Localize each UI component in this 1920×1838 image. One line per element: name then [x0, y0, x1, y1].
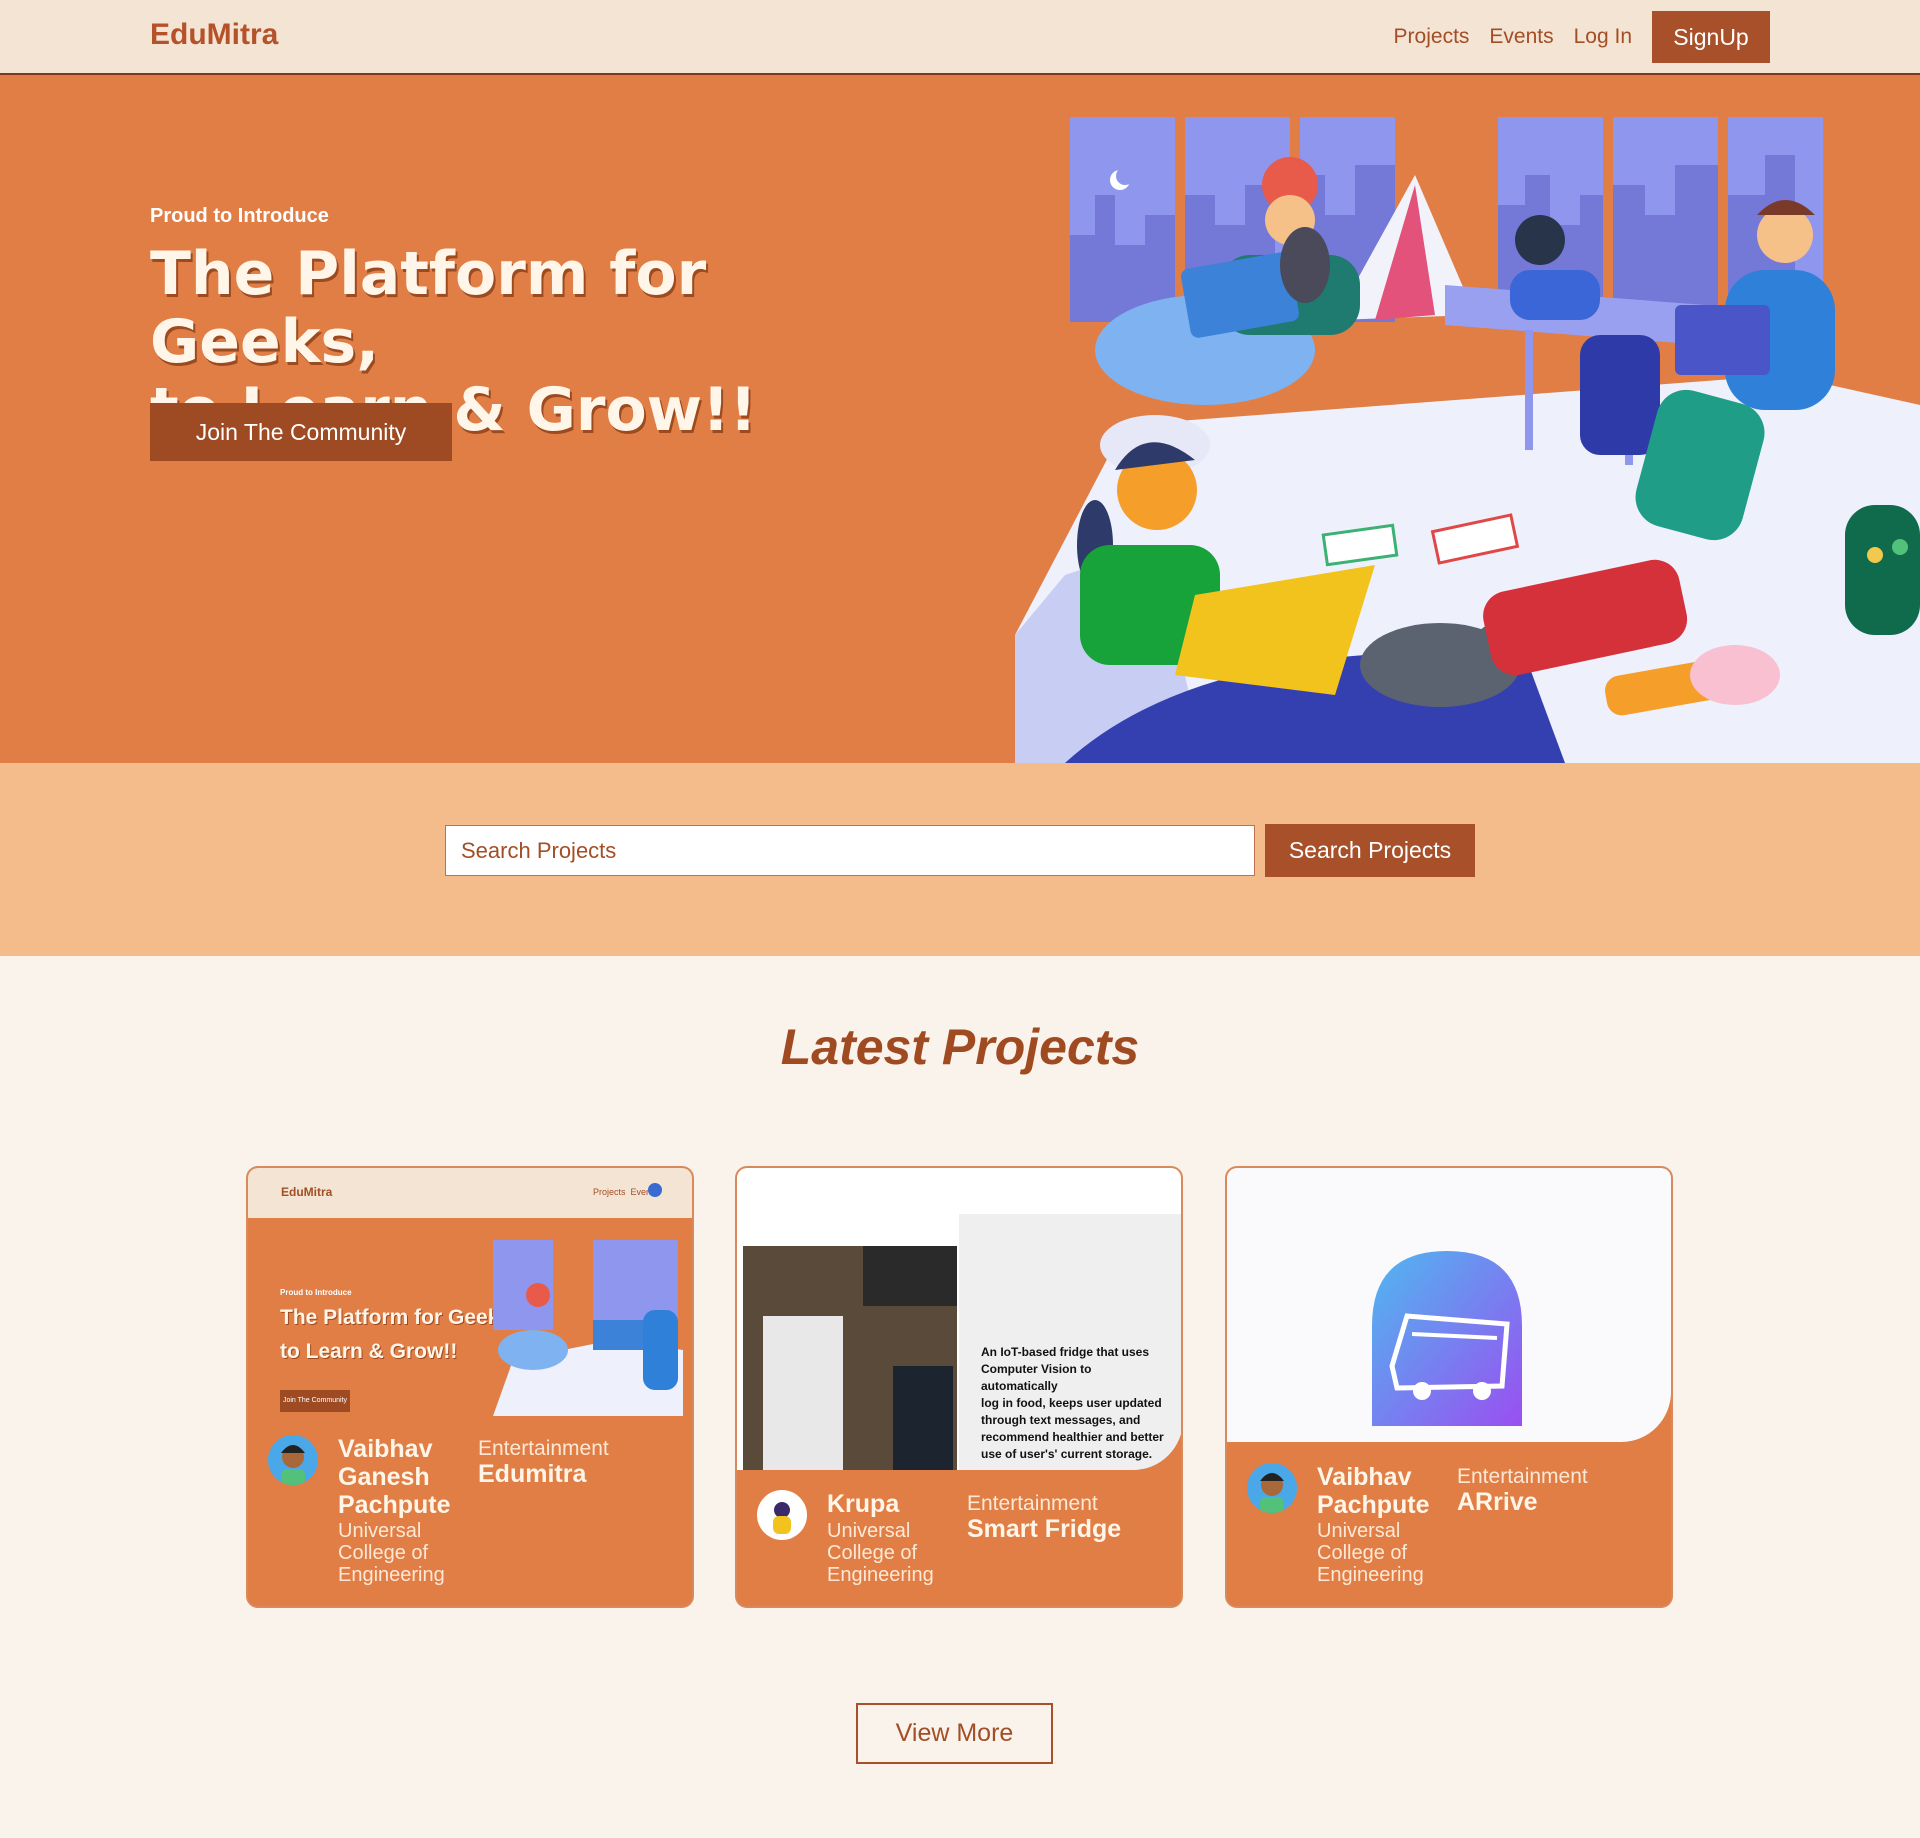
- project-category: Entertainment: [1457, 1465, 1588, 1488]
- thumb-avatar-icon: [648, 1183, 662, 1197]
- author-college: Universal College of Engineering: [1317, 1520, 1424, 1586]
- project-category: Entertainment: [478, 1437, 609, 1460]
- thumb-cta: Join The Community: [280, 1390, 350, 1412]
- avatar-icon: [281, 1445, 305, 1485]
- author-avatar: [757, 1490, 807, 1540]
- author-avatar: [1247, 1463, 1297, 1513]
- thumb-nav: EduMitra Projects Events: [248, 1168, 692, 1218]
- caption-line: through text messages, and: [981, 1413, 1141, 1427]
- signup-button[interactable]: SignUp: [1652, 11, 1770, 63]
- project-thumbnail: [1227, 1168, 1671, 1442]
- search-button[interactable]: Search Projects: [1265, 824, 1475, 877]
- project-name: Smart Fridge: [967, 1515, 1122, 1543]
- thumb-photo: [743, 1246, 957, 1470]
- project-thumbnail: An IoT-based fridge that uses Computer V…: [737, 1168, 1181, 1470]
- search-input[interactable]: [445, 825, 1255, 876]
- caption-line: log in food, keeps user updated: [981, 1396, 1162, 1410]
- project-name: Edumitra: [478, 1460, 587, 1488]
- join-community-button[interactable]: Join The Community: [150, 403, 452, 461]
- author-name: Vaibhav Ganesh Pachpute: [338, 1435, 451, 1519]
- search-section: Search Projects: [0, 763, 1920, 956]
- project-thumbnail: EduMitra Projects Events Proud to Introd…: [248, 1168, 692, 1416]
- thumb-title-line1: The Platform for Geeks,: [280, 1306, 517, 1329]
- thumb-brand: EduMitra: [281, 1185, 333, 1199]
- caption-line: recommend healthier and better: [981, 1430, 1164, 1444]
- thumb-title-line2: to Learn & Grow!!: [280, 1340, 458, 1363]
- project-card-smart-fridge[interactable]: An IoT-based fridge that uses Computer V…: [735, 1166, 1183, 1608]
- caption-line: An IoT-based fridge that uses: [981, 1345, 1150, 1359]
- author-avatar: [268, 1435, 318, 1485]
- project-card-edumitra[interactable]: EduMitra Projects Events Proud to Introd…: [246, 1166, 694, 1608]
- nav-links: Projects Events Log In SignUp: [1394, 11, 1770, 63]
- avatar-icon: [1260, 1473, 1284, 1513]
- latest-projects-title: Latest Projects: [780, 1019, 1140, 1075]
- project-category: Entertainment: [967, 1492, 1098, 1515]
- nav-link-projects[interactable]: Projects: [1394, 25, 1470, 49]
- caption-line: use of user's' current storage.: [981, 1447, 1153, 1461]
- author-name: Vaibhav Pachpute: [1317, 1463, 1430, 1519]
- project-card-arrive[interactable]: Vaibhav Pachpute Universal College of En…: [1225, 1166, 1673, 1608]
- view-more-button[interactable]: View More: [856, 1703, 1053, 1764]
- nav-link-login[interactable]: Log In: [1574, 25, 1632, 49]
- hero-illustration: [1005, 75, 1920, 763]
- project-name: ARrive: [1457, 1488, 1538, 1516]
- author-college: Universal College of Engineering: [827, 1520, 934, 1586]
- nav-link-events[interactable]: Events: [1489, 25, 1553, 49]
- thumb-kicker: Proud to Introduce: [280, 1288, 352, 1297]
- thumb-caption-panel: An IoT-based fridge that uses Computer V…: [959, 1214, 1181, 1470]
- bus-logo-icon: [1372, 1251, 1522, 1426]
- author-college: Universal College of Engineering: [338, 1520, 445, 1586]
- top-nav: EduMitra Projects Events Log In SignUp: [0, 0, 1920, 75]
- caption-line: Computer Vision to automatically: [981, 1362, 1092, 1393]
- thumb-illustration: [493, 1240, 683, 1416]
- hero-kicker: Proud to Introduce: [150, 205, 329, 227]
- hero-section: Proud to Introduce The Platform for Geek…: [0, 75, 1920, 763]
- avatar-icon: [773, 1502, 791, 1534]
- brand-logo[interactable]: EduMitra: [150, 18, 278, 52]
- author-name: Krupa: [827, 1490, 900, 1518]
